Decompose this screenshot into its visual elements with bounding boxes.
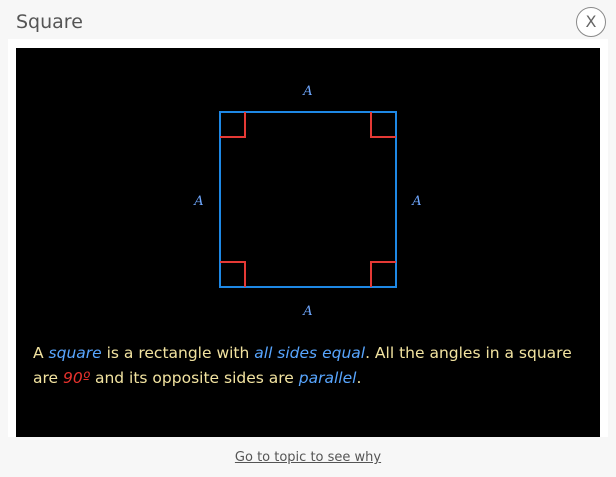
text-segment: and its opposite sides are [90, 369, 299, 387]
definition-text: A square is a rectangle with all sides e… [33, 341, 593, 391]
right-angle-mark-top-left [220, 112, 246, 138]
side-label-right: A [411, 194, 421, 209]
term-all-sides-equal: all sides equal [254, 344, 366, 362]
text-segment: is a rectangle with [101, 344, 255, 362]
side-label-bottom: A [302, 304, 312, 319]
square-outline [219, 111, 397, 288]
illustration-panel: A A A A A square is a rectangle with all… [16, 48, 600, 437]
term-parallel: parallel [298, 369, 357, 387]
text-segment: . [356, 369, 362, 387]
right-angle-mark-bottom-left [220, 261, 246, 287]
close-button[interactable]: X [576, 7, 606, 37]
side-label-left: A [193, 194, 203, 209]
term-square: square [48, 344, 102, 362]
dialog-title: Square [16, 11, 83, 33]
text-segment: A [33, 344, 49, 362]
go-to-topic-link[interactable]: Go to topic to see why [0, 450, 616, 465]
term-90-degrees: 90º [63, 369, 91, 387]
right-angle-mark-top-right [370, 112, 396, 138]
right-angle-mark-bottom-right [370, 261, 396, 287]
side-label-top: A [302, 84, 312, 99]
